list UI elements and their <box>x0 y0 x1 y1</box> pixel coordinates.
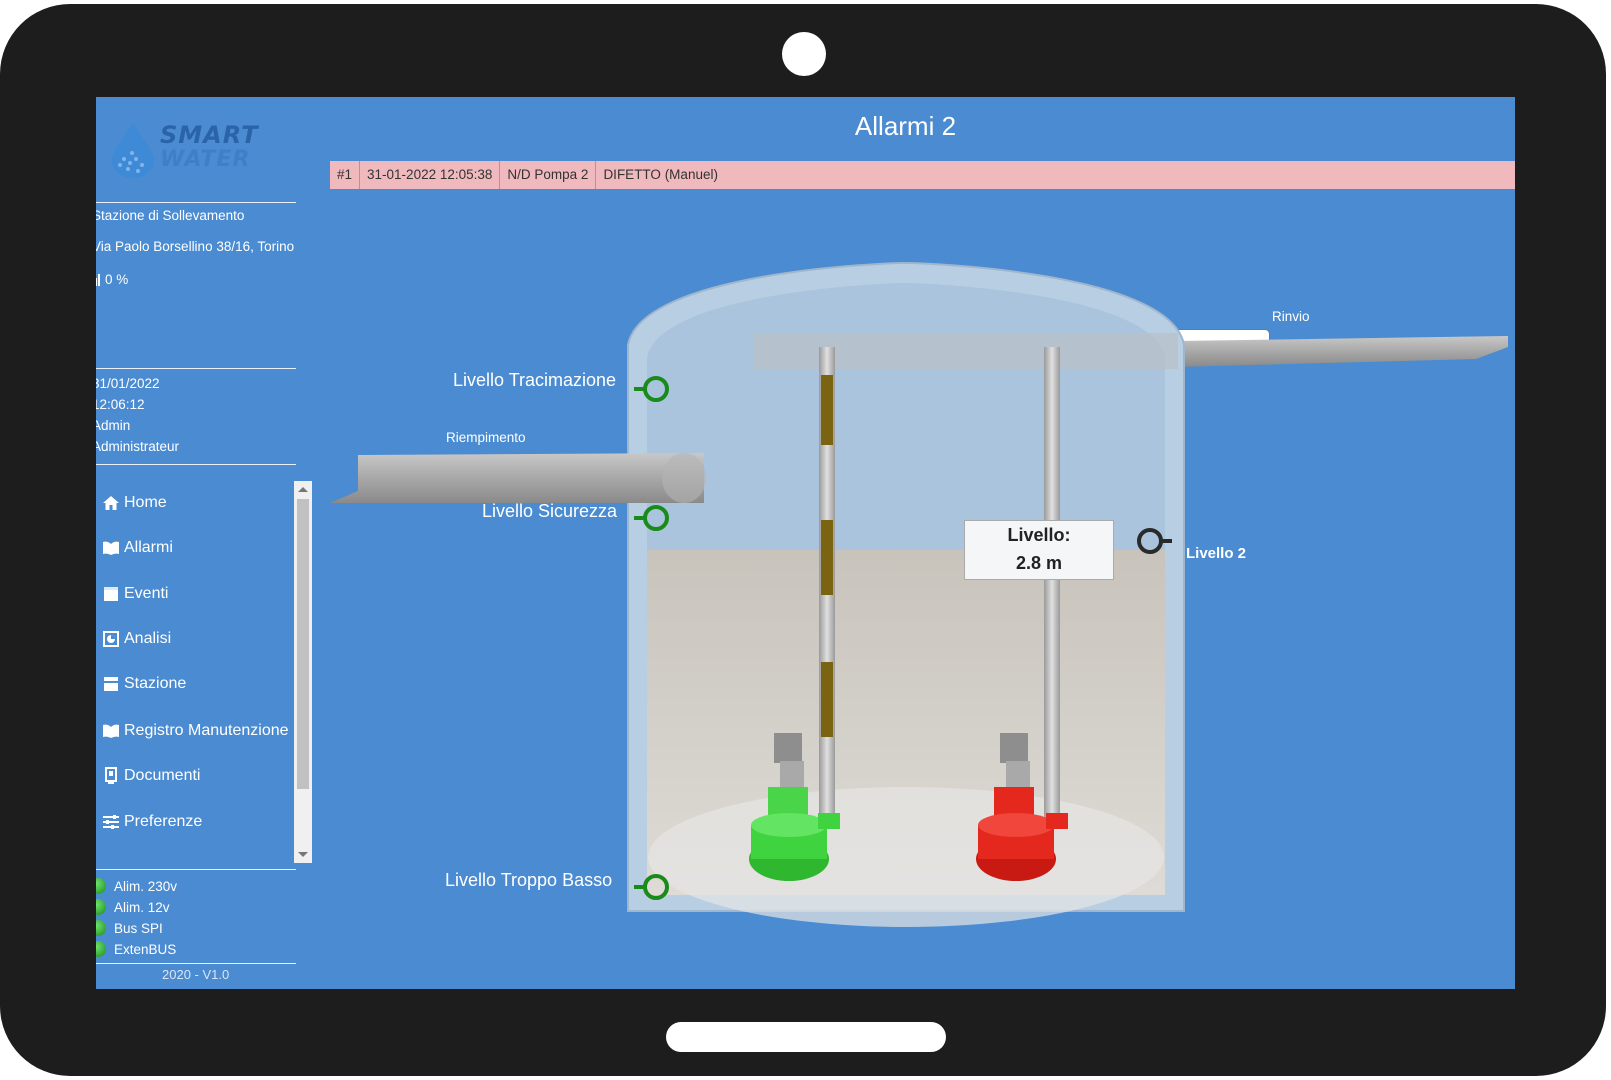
level-safety-label: Livello Sicurezza <box>482 501 618 521</box>
rinvio-label: Rinvio <box>1272 309 1310 324</box>
level-readout: Livello: 2.8 m <box>964 520 1114 580</box>
sensor-pipe-2 <box>1044 347 1060 827</box>
rinvio-pipe-inner <box>754 333 1178 369</box>
level-current-label: Livello 2 <box>1186 545 1247 562</box>
app-screen: SMART WATER Stazione di Sollevamento Via… <box>96 97 1515 989</box>
level-low-label: Livello Troppo Basso <box>445 870 613 890</box>
level-value: 2.8 m <box>1015 553 1063 573</box>
level-overflow-label: Livello Tracimazione <box>453 370 617 390</box>
tank-floor <box>648 787 1164 927</box>
riempimento-pipe <box>330 453 704 503</box>
home-bar[interactable] <box>666 1022 946 1052</box>
level-caption: Livello: <box>1007 525 1071 545</box>
riempimento-label: Riempimento <box>446 430 526 445</box>
tank-scene <box>330 261 1508 927</box>
camera <box>782 32 826 76</box>
rinvio-pipe <box>1176 336 1508 367</box>
